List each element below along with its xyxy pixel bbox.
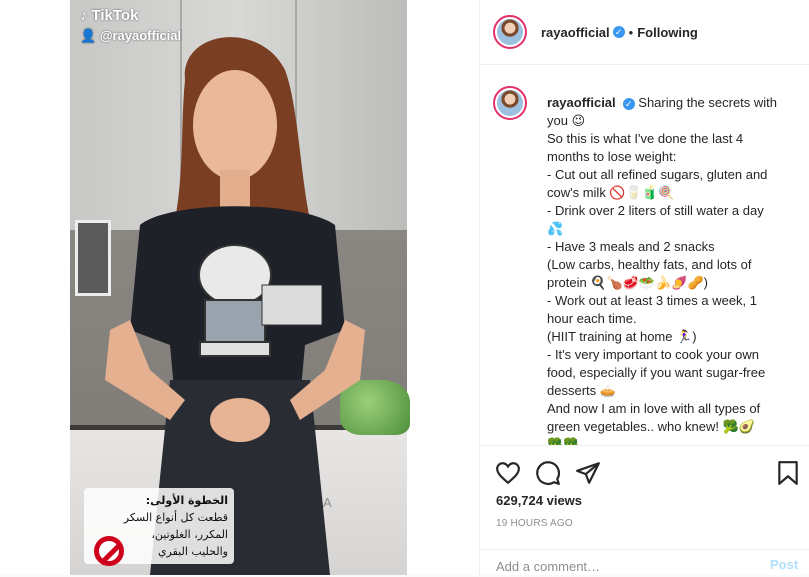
caption-username[interactable]: rayaofficial: [547, 95, 616, 110]
bookmark-icon[interactable]: [775, 460, 801, 486]
user-icon: 👤: [80, 28, 97, 43]
caption-line: (HIIT training at home 🏃‍♀️): [547, 329, 697, 344]
caption-line: - Work out at least 3 times a week, 1: [547, 293, 758, 308]
tiktok-username-text: @rayaofficial: [99, 28, 182, 43]
video-player[interactable]: ♪ TikTok 👤 @rayaofficial الخطوة الأولى: …: [0, 0, 479, 575]
caption-line: - Cut out all refined sugars, gluten and: [547, 167, 768, 182]
tiktok-icon: ♪: [80, 7, 88, 24]
caption-line: months to lose weight:: [547, 149, 677, 164]
caption-line: So this is what I've done the last 4: [547, 131, 744, 146]
share-icon[interactable]: [575, 460, 601, 486]
caption-line: And now I am in love with all types of: [547, 401, 761, 416]
caption-line: you 😉: [547, 113, 586, 128]
caption-line: hour each time.: [547, 311, 637, 326]
following-button[interactable]: Following: [637, 25, 698, 40]
avatar[interactable]: [493, 15, 527, 49]
post-timestamp[interactable]: 19 HOURS AGO: [496, 518, 573, 529]
comment-row: Post: [480, 549, 809, 577]
caption-line: desserts 🥧: [547, 383, 616, 398]
caption-line: 💦: [547, 221, 564, 236]
caption-line: Sharing the secrets with: [638, 95, 778, 110]
comment-input[interactable]: [496, 556, 736, 576]
caption-avatar[interactable]: [493, 86, 527, 120]
caption-line: - Have 3 meals and 2 snacks: [547, 239, 715, 254]
header-username[interactable]: rayaofficial: [541, 25, 610, 40]
view-count: 629,724 views: [496, 493, 583, 508]
post-header: rayaofficial ✓ • Following: [480, 0, 809, 65]
tiktok-logo-text: TikTok: [91, 7, 139, 24]
person-illustration: [105, 37, 365, 575]
video-caption-line: قطعت كل أنواع السكر: [123, 511, 228, 524]
tiktok-logo: ♪ TikTok: [80, 7, 138, 24]
verified-badge-icon: ✓: [612, 26, 625, 38]
post-panel: rayaofficial ✓ • Following rayaofficial ✓…: [479, 0, 809, 576]
caption-line: (Low carbs, healthy fats, and lots of: [547, 257, 752, 272]
heart-icon[interactable]: [495, 460, 521, 486]
post-actions: 629,724 views 19 HOURS AGO Post: [480, 445, 809, 576]
caption-line: 🥦🥦: [547, 437, 580, 445]
separator: •: [628, 24, 634, 40]
caption-line: - Drink over 2 liters of still water a d…: [547, 203, 764, 218]
post-caption: rayaofficial ✓ Sharing the secrets with y…: [547, 94, 797, 445]
caption-line: cow's milk 🚫🥛🧃🍭: [547, 185, 675, 200]
caption-line: - It's very important to cook your own: [547, 347, 760, 362]
verified-badge-icon: ✓: [622, 97, 635, 110]
scroll-fragment-text: A: [323, 495, 332, 510]
video-caption-title: الخطوة الأولى:: [145, 494, 228, 507]
comments-area[interactable]: rayaofficial ✓ Sharing the secrets with y…: [480, 64, 809, 445]
caption-line: green vegetables.. who knew! 🥦🥑: [547, 419, 755, 434]
prohibited-icon: [94, 536, 124, 566]
comment-icon[interactable]: [535, 460, 561, 486]
caption-line: food, especially if you want sugar-free: [547, 365, 766, 380]
caption-line: protein 🍳🍗🥩🥗🍌🍠🥜): [547, 275, 708, 290]
tiktok-username: 👤 @rayaofficial: [80, 28, 181, 44]
post-button[interactable]: Post: [770, 557, 798, 572]
